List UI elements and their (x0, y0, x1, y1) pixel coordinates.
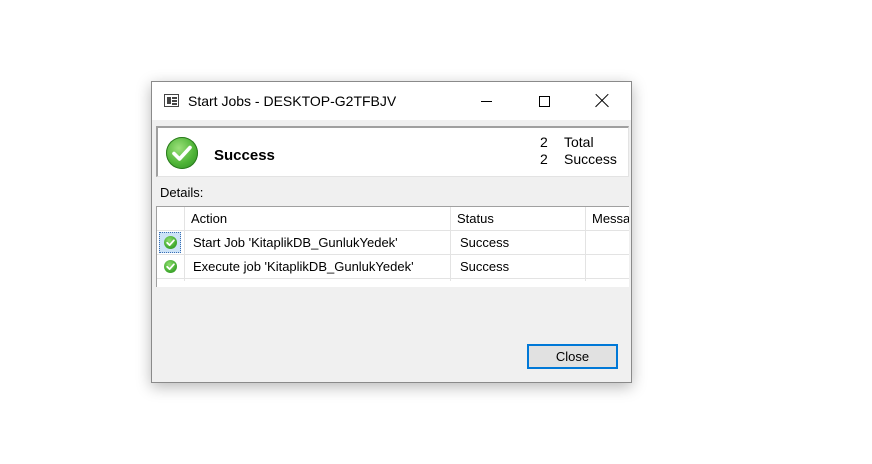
summary-panel: Success 2 Total 2 Success (156, 126, 629, 177)
row-action[interactable]: Start Job 'KitaplikDB_GunlukYedek' (193, 231, 398, 255)
column-header-status[interactable]: Status (457, 207, 494, 230)
row-success-icon (164, 260, 177, 273)
row-success-icon (164, 236, 177, 249)
close-window-button[interactable] (573, 82, 631, 120)
row-action[interactable]: Execute job 'KitaplikDB_GunlukYedek' (193, 255, 414, 279)
start-jobs-dialog: Start Jobs - DESKTOP-G2TFBJV Success 2 T… (151, 81, 632, 383)
minimize-button[interactable] (457, 82, 515, 120)
maximize-icon (539, 96, 550, 107)
summary-status-text: Success (214, 147, 275, 164)
success-count: 2 (540, 151, 548, 167)
total-count: 2 (540, 134, 548, 150)
close-icon (595, 94, 609, 108)
column-header-message[interactable]: Messa (592, 207, 629, 230)
grid-divider (184, 207, 185, 281)
window-title: Start Jobs - DESKTOP-G2TFBJV (188, 93, 397, 109)
app-icon (164, 94, 179, 107)
details-grid[interactable]: Action Status Messa Start Job 'KitaplikD… (156, 206, 629, 287)
row-status[interactable]: Success (460, 231, 509, 255)
grid-divider (450, 207, 451, 281)
close-button[interactable]: Close (527, 344, 618, 369)
total-label: Total (564, 134, 594, 150)
success-label: Success (564, 151, 617, 167)
details-label: Details: (160, 185, 204, 200)
grid-divider (585, 207, 586, 281)
success-check-icon (166, 137, 198, 169)
minimize-icon (481, 101, 492, 102)
column-header-action[interactable]: Action (191, 207, 227, 230)
row-status[interactable]: Success (460, 255, 509, 279)
title-bar[interactable]: Start Jobs - DESKTOP-G2TFBJV (152, 82, 631, 120)
maximize-button[interactable] (515, 82, 573, 120)
